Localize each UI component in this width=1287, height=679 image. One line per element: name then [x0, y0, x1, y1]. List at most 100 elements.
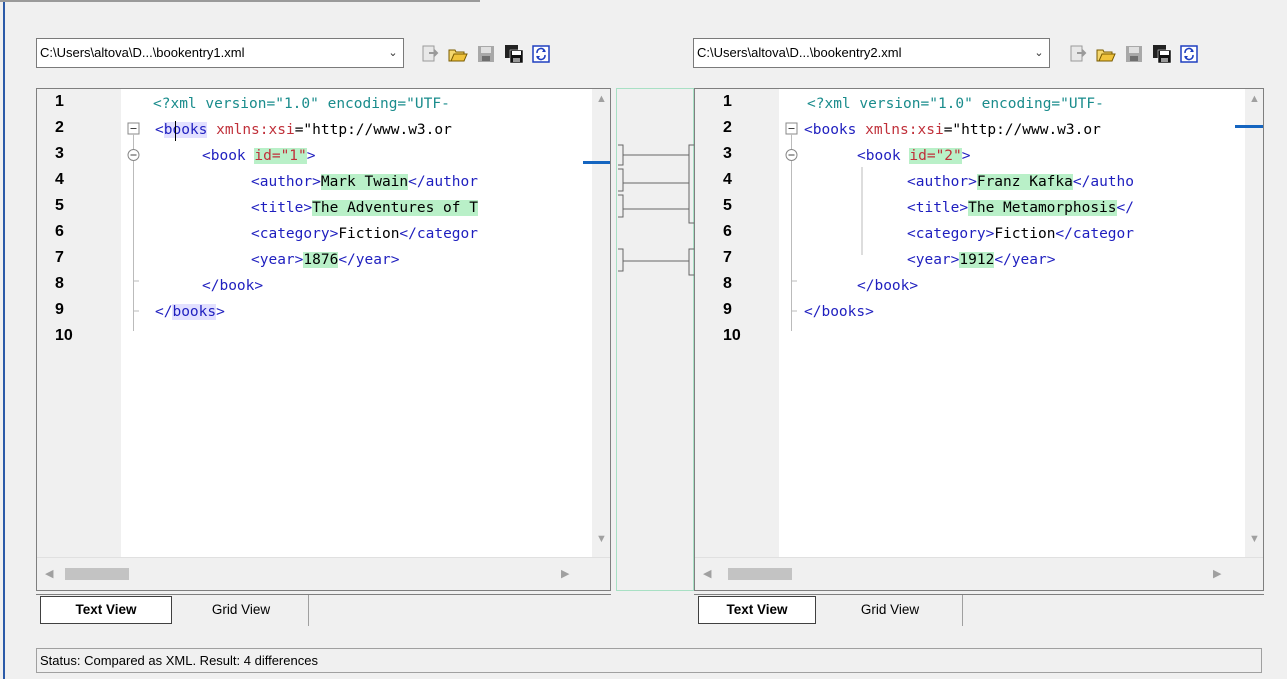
line-number: 4	[723, 171, 732, 188]
open-into-icon[interactable]	[420, 44, 440, 64]
book-close: </book>	[202, 278, 264, 294]
chevron-down-icon[interactable]: ⌄	[383, 39, 403, 67]
code-line-1: <?xml version="1.0" encoding="UTF-	[807, 91, 1104, 117]
code-line-7: <year>1876</year>	[251, 247, 399, 273]
author-close: </autho	[1072, 174, 1134, 190]
right-file-combo[interactable]: C:\Users\altova\D...\bookentry2.xml ⌄	[693, 38, 1050, 68]
status-text: Status: Compared as XML. Result: 4 diffe…	[40, 653, 318, 668]
scroll-right-icon[interactable]: ▶	[1213, 567, 1221, 580]
tab-grid-view[interactable]: Grid View	[174, 595, 309, 626]
book-close: </book>	[857, 278, 919, 294]
open-folder-icon[interactable]	[448, 44, 468, 64]
title-open: <title>	[907, 200, 969, 216]
save-as-icon[interactable]	[504, 44, 524, 64]
line-number: 1	[723, 93, 732, 110]
line-number: 7	[723, 249, 732, 266]
line-number: 9	[55, 301, 64, 318]
tag-end: >	[306, 148, 316, 164]
code-line-2: <books xmlns:xsi="http://www.w3.or	[804, 117, 1101, 143]
diff-attr-id: id="2"	[909, 148, 962, 164]
category-text: Fiction	[994, 226, 1056, 242]
scroll-down-icon[interactable]: ▼	[1249, 533, 1260, 545]
diff-year-text: 1876	[303, 252, 339, 268]
diff-author-text: Mark Twain	[320, 174, 409, 190]
code-line-6: <category>Fiction</categor	[251, 221, 478, 247]
diff-title-text: The Adventures of T	[312, 200, 478, 216]
code-line-8: </book>	[202, 273, 263, 299]
tab-grid-view[interactable]: Grid View	[818, 595, 963, 626]
code-line-2: <books xmlns:xsi="http://www.w3.or	[155, 122, 452, 138]
author-open: <author>	[907, 174, 977, 190]
open-into-icon[interactable]	[1068, 44, 1088, 64]
line-number: 1	[55, 93, 64, 110]
line-number: 10	[55, 327, 73, 344]
scroll-left-icon[interactable]: ◀	[703, 567, 711, 580]
author-open: <author>	[251, 174, 321, 190]
diff-year-text: 1912	[959, 252, 995, 268]
left-file-combo[interactable]: C:\Users\altova\D...\bookentry1.xml ⌄	[36, 38, 404, 68]
attr-value: ="http://www.w3.or	[294, 122, 452, 138]
category-open: <category>	[251, 226, 339, 242]
category-close: </categor	[1055, 226, 1134, 242]
vertical-scrollbar[interactable]: ▲ ▼	[592, 89, 610, 559]
horizontal-scrollbar[interactable]: ◀ ▶	[37, 557, 610, 590]
right-text-editor[interactable]: 1 2 3 4 5 6 7 8 9 10 <?xml version="1.0"…	[694, 88, 1264, 591]
line-number: 7	[55, 249, 64, 266]
open-folder-icon[interactable]	[1096, 44, 1116, 64]
tab-text-view[interactable]: Text View	[40, 596, 172, 624]
diff-marker	[583, 161, 610, 164]
save-as-icon[interactable]	[1152, 44, 1172, 64]
horizontal-scrollbar[interactable]: ◀ ▶	[695, 557, 1263, 590]
code-line-7: <year>1912</year>	[907, 247, 1055, 273]
title-open: <title>	[251, 200, 313, 216]
vertical-scrollbar[interactable]: ▲ ▼	[1245, 89, 1263, 559]
book-tag: <book	[857, 148, 910, 164]
left-text-editor[interactable]: 1 2 3 4 5 6 7 8 9 10 <?xml version="1.0"…	[36, 88, 611, 591]
year-open: <year>	[251, 252, 304, 268]
code-line-5: <title>The Metamorphosis</	[907, 195, 1134, 221]
category-close: </categor	[399, 226, 478, 242]
line-number: 3	[55, 145, 64, 162]
right-file-path: C:\Users\altova\D...\bookentry2.xml	[697, 45, 902, 60]
save-icon[interactable]	[1124, 44, 1144, 64]
books-close-tag: books	[172, 304, 217, 320]
line-number: 2	[55, 119, 64, 136]
attr-name: xmlns:xsi	[216, 122, 295, 138]
diff-connector-pane	[616, 88, 694, 591]
scroll-thumb[interactable]	[728, 568, 792, 580]
line-number: 8	[723, 275, 732, 292]
author-close: </author	[408, 174, 478, 190]
code-line-8: </book>	[857, 273, 918, 299]
code-line-9: </books>	[155, 299, 225, 325]
chevron-down-icon[interactable]: ⌄	[1029, 39, 1049, 67]
line-number: 6	[55, 223, 64, 240]
diff-author-text: Franz Kafka	[976, 174, 1073, 190]
year-close: </year>	[338, 252, 400, 268]
diff-attr-id: id="1"	[254, 148, 307, 164]
scroll-up-icon[interactable]: ▲	[1249, 93, 1260, 105]
refresh-icon[interactable]	[531, 44, 551, 64]
title-close: </	[1116, 200, 1134, 216]
diff-marker	[1235, 125, 1263, 128]
scroll-right-icon[interactable]: ▶	[561, 567, 569, 580]
code-line-4: <author>Franz Kafka</autho	[907, 169, 1134, 195]
line-number: 3	[723, 145, 732, 162]
code-line-6: <category>Fiction</categor	[907, 221, 1134, 247]
window-left-border	[3, 2, 5, 679]
tab-text-view[interactable]: Text View	[698, 596, 816, 624]
scroll-left-icon[interactable]: ◀	[45, 567, 53, 580]
line-number: 2	[723, 119, 732, 136]
line-number: 9	[723, 301, 732, 318]
line-number: 4	[55, 171, 64, 188]
books-tag: <books	[804, 122, 866, 138]
year-open: <year>	[907, 252, 960, 268]
scroll-down-icon[interactable]: ▼	[596, 533, 607, 545]
book-tag: <book	[202, 148, 255, 164]
save-icon[interactable]	[476, 44, 496, 64]
scroll-thumb[interactable]	[65, 568, 129, 580]
refresh-icon[interactable]	[1179, 44, 1199, 64]
text-cursor	[175, 121, 176, 141]
fold-markers	[127, 122, 140, 331]
category-text: Fiction	[338, 226, 400, 242]
scroll-up-icon[interactable]: ▲	[596, 93, 607, 105]
